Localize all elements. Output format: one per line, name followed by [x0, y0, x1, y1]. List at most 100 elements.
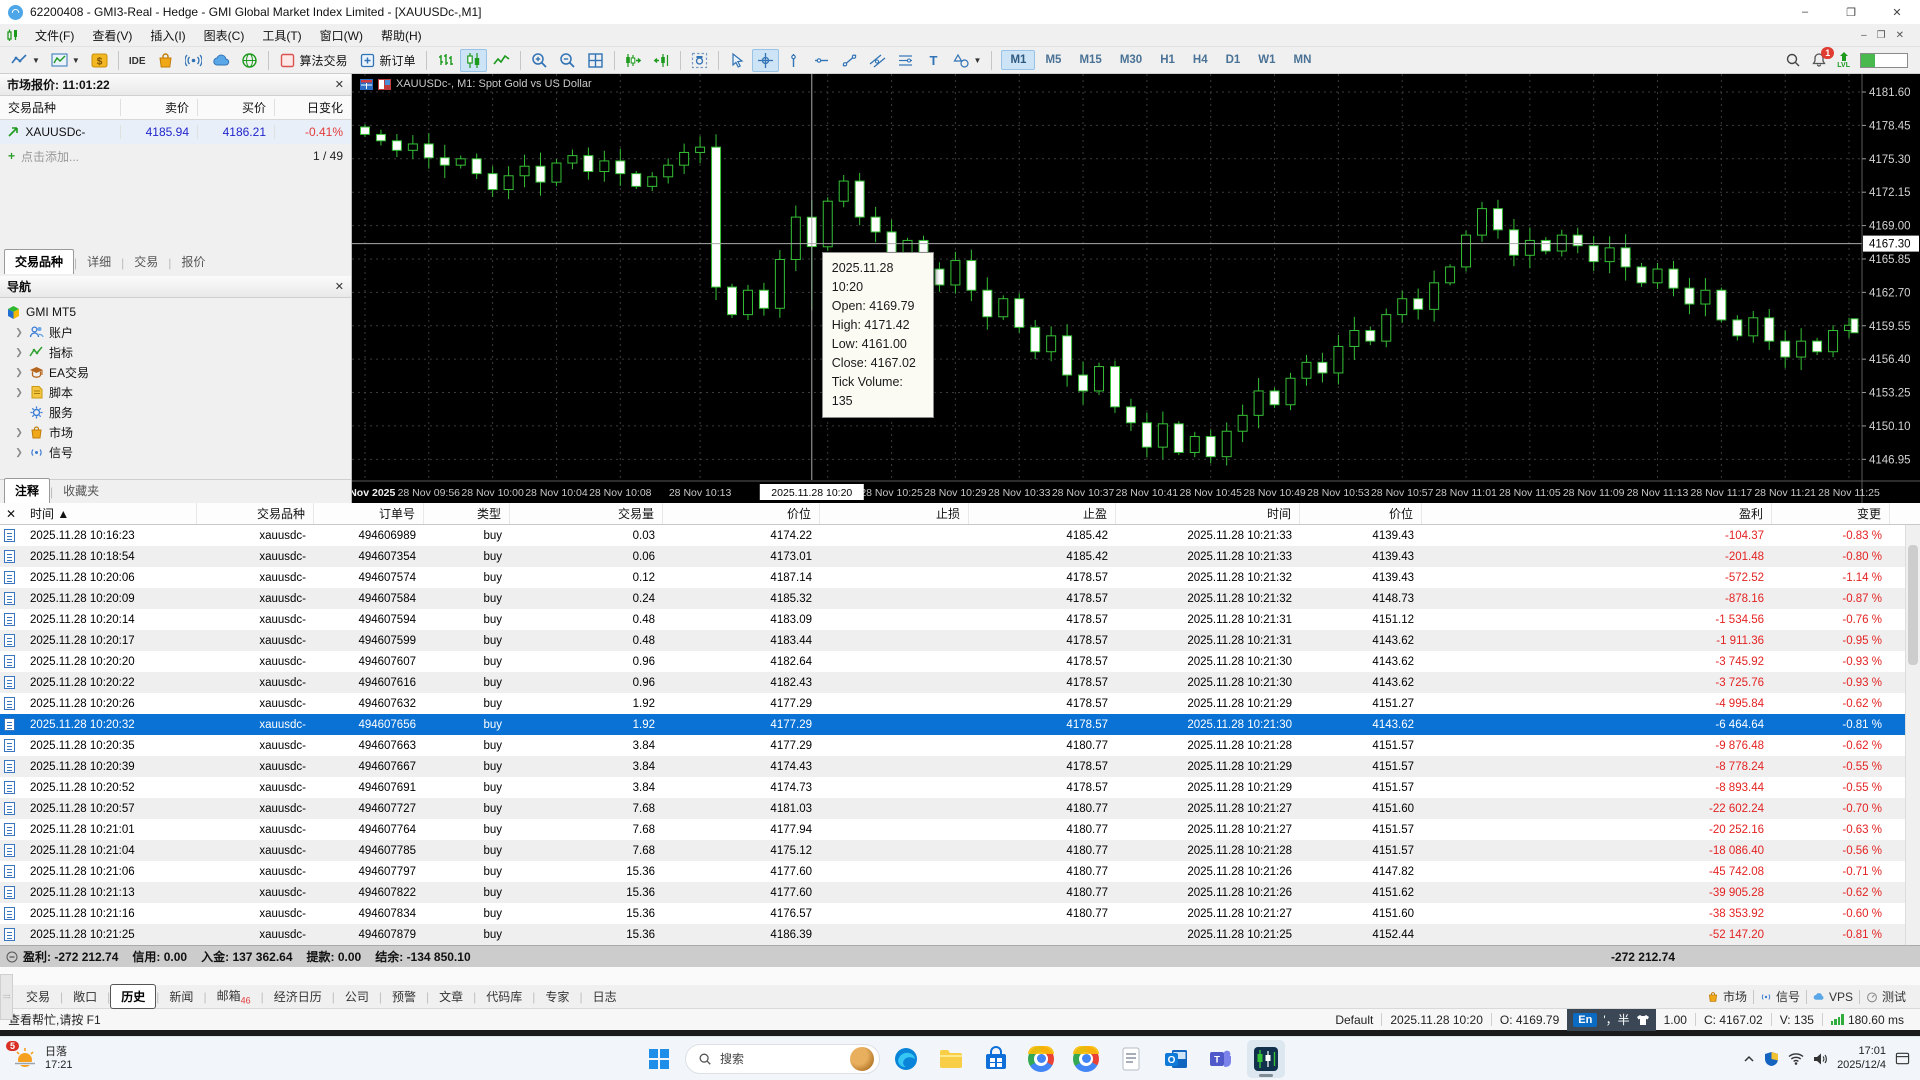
- chart-profile-button[interactable]: ▼: [6, 49, 45, 72]
- history-column-3[interactable]: 类型: [424, 503, 510, 524]
- market-watch-tab-0[interactable]: 交易品种: [4, 249, 74, 274]
- menu-v[interactable]: 查看(V): [83, 25, 141, 46]
- toolbox-tab-11[interactable]: 日志: [583, 985, 627, 1008]
- column-symbol[interactable]: 交易品种: [0, 99, 120, 116]
- taskbar-app-teams[interactable]: T: [1202, 1040, 1240, 1078]
- history-row[interactable]: 2025.11.28 10:20:26xauusdc-494607632buy1…: [0, 693, 1920, 714]
- text-tool-button[interactable]: T: [920, 49, 947, 72]
- start-button[interactable]: [640, 1040, 678, 1078]
- defender-shield-icon[interactable]: [1764, 1051, 1779, 1067]
- history-column-5[interactable]: 价位: [663, 503, 820, 524]
- timeframe-w1[interactable]: W1: [1250, 51, 1283, 69]
- toolbox-tab-7[interactable]: 预警: [382, 985, 426, 1008]
- candles-button[interactable]: [460, 49, 487, 72]
- column-daily-change[interactable]: 日变化: [274, 99, 351, 116]
- toolbox-tab-4[interactable]: 邮箱46: [207, 984, 261, 1008]
- history-row[interactable]: 2025.11.28 10:20:39xauusdc-494607667buy3…: [0, 756, 1920, 777]
- tray-expand-icon[interactable]: [1743, 1053, 1755, 1065]
- chart-restore-button[interactable]: ❐: [1877, 30, 1886, 41]
- expand-chevron-icon[interactable]: ❯: [14, 427, 24, 438]
- menu-w[interactable]: 窗口(W): [311, 25, 372, 46]
- ide-button[interactable]: IDE: [124, 49, 151, 72]
- menu-t[interactable]: 工具(T): [253, 25, 310, 46]
- community-button[interactable]: [236, 49, 263, 72]
- cursor-button[interactable]: [724, 49, 751, 72]
- history-column-4[interactable]: 交易量: [510, 503, 663, 524]
- taskbar-search-box[interactable]: 搜索: [685, 1044, 880, 1074]
- navigator-item-scripts[interactable]: ❯脚本: [6, 382, 351, 402]
- bars-button[interactable]: [432, 49, 459, 72]
- profile-name[interactable]: Default: [1327, 1013, 1381, 1027]
- vertical-line-button[interactable]: [780, 49, 807, 72]
- wifi-icon[interactable]: [1788, 1052, 1804, 1065]
- expand-chevron-icon[interactable]: ❯: [14, 327, 24, 338]
- taskbar-app-mt5[interactable]: [1247, 1040, 1285, 1078]
- toolbox-tab-3[interactable]: 新闻: [159, 985, 203, 1008]
- history-row[interactable]: 2025.11.28 10:20:17xauusdc-494607599buy0…: [0, 630, 1920, 651]
- navigator-close-icon[interactable]: ✕: [335, 280, 344, 293]
- history-row[interactable]: 2025.11.28 10:20:32xauusdc-494607656buy1…: [0, 714, 1920, 735]
- timeframe-m5[interactable]: M5: [1037, 51, 1069, 69]
- history-row[interactable]: 2025.11.28 10:20:57xauusdc-494607727buy7…: [0, 798, 1920, 819]
- navigator-root[interactable]: GMI MT5: [6, 302, 351, 322]
- history-row[interactable]: 2025.11.28 10:21:06xauusdc-494607797buy1…: [0, 861, 1920, 882]
- template-button[interactable]: ▼: [46, 49, 85, 72]
- timeframe-m15[interactable]: M15: [1071, 51, 1109, 69]
- taskbar-app-outlook[interactable]: O: [1157, 1040, 1195, 1078]
- history-row[interactable]: 2025.11.28 10:21:04xauusdc-494607785buy7…: [0, 840, 1920, 861]
- panel-link-市场[interactable]: 市场: [1707, 988, 1747, 1005]
- history-column-1[interactable]: 交易品种: [197, 503, 314, 524]
- navigator-item-accounts[interactable]: ❯账户: [6, 322, 351, 342]
- history-row[interactable]: 2025.11.28 10:21:25xauusdc-494607879buy1…: [0, 924, 1920, 945]
- history-row[interactable]: 2025.11.28 10:20:06xauusdc-494607574buy0…: [0, 567, 1920, 588]
- trendline-button[interactable]: [836, 49, 863, 72]
- history-row[interactable]: 2025.11.28 10:20:22xauusdc-494607616buy0…: [0, 672, 1920, 693]
- zoom-out-button[interactable]: [554, 49, 581, 72]
- navigator-item-signal[interactable]: ❯信号: [6, 442, 351, 462]
- navigator-tab-0[interactable]: 注释: [4, 478, 50, 503]
- horizontal-line-button[interactable]: [808, 49, 835, 72]
- column-ask[interactable]: 买价: [197, 99, 274, 116]
- add-symbol-row[interactable]: + 点击添加... 1 / 49: [0, 144, 351, 168]
- chevron-down-icon[interactable]: ▼: [32, 56, 40, 65]
- panel-link-测试[interactable]: 测试: [1866, 988, 1906, 1005]
- taskbar-app-explorer[interactable]: [932, 1040, 970, 1078]
- toolbox-tab-9[interactable]: 代码库: [476, 985, 532, 1008]
- toolbox-tab-8[interactable]: 文章: [429, 985, 473, 1008]
- toolbox-close-icon[interactable]: ✕: [0, 507, 22, 521]
- restore-button[interactable]: ❐: [1828, 0, 1874, 24]
- channel-button[interactable]: [864, 49, 891, 72]
- history-column-11[interactable]: 变更: [1772, 503, 1890, 524]
- history-column-9[interactable]: 价位: [1300, 503, 1422, 524]
- timeframe-h1[interactable]: H1: [1152, 51, 1183, 69]
- dollar-button[interactable]: $: [86, 49, 113, 72]
- menu-h[interactable]: 帮助(H): [372, 25, 431, 46]
- shift-right-button[interactable]: [620, 49, 647, 72]
- market-watch-tab-1[interactable]: 详细: [77, 250, 121, 274]
- history-column-7[interactable]: 止盈: [969, 503, 1116, 524]
- history-column-8[interactable]: 时间: [1116, 503, 1300, 524]
- history-row[interactable]: 2025.11.28 10:20:20xauusdc-494607607buy0…: [0, 651, 1920, 672]
- signals-button[interactable]: [180, 49, 207, 72]
- timeframe-d1[interactable]: D1: [1218, 51, 1249, 69]
- history-column-6[interactable]: 止损: [820, 503, 969, 524]
- expand-chevron-icon[interactable]: ❯: [14, 447, 24, 458]
- history-row[interactable]: 2025.11.28 10:21:13xauusdc-494607822buy1…: [0, 882, 1920, 903]
- market-watch-tab-2[interactable]: 交易: [124, 250, 168, 274]
- line-chart-button[interactable]: [488, 49, 515, 72]
- screenshot-button[interactable]: [686, 49, 713, 72]
- new-order-button[interactable]: 新订单: [354, 49, 421, 72]
- menu-c[interactable]: 图表(C): [195, 25, 254, 46]
- crosshair-button[interactable]: [752, 49, 779, 72]
- ime-toolbar[interactable]: En '，半: [1567, 1009, 1655, 1031]
- cloud-button[interactable]: [208, 49, 235, 72]
- notifications-icon[interactable]: 1: [1811, 52, 1827, 68]
- navigator-tab-1[interactable]: 收藏夹: [53, 479, 109, 503]
- history-row[interactable]: 2025.11.28 10:16:23xauusdc-494606989buy0…: [0, 525, 1920, 546]
- chevron-down-icon[interactable]: ▼: [72, 56, 80, 65]
- taskbar-app-notepad[interactable]: [1112, 1040, 1150, 1078]
- taskbar-app-browser[interactable]: [1067, 1040, 1105, 1078]
- timeframe-h4[interactable]: H4: [1185, 51, 1216, 69]
- docked-panel-handle[interactable]: ⁞⁞: [0, 974, 13, 1020]
- ime-language-badge[interactable]: En: [1573, 1013, 1597, 1027]
